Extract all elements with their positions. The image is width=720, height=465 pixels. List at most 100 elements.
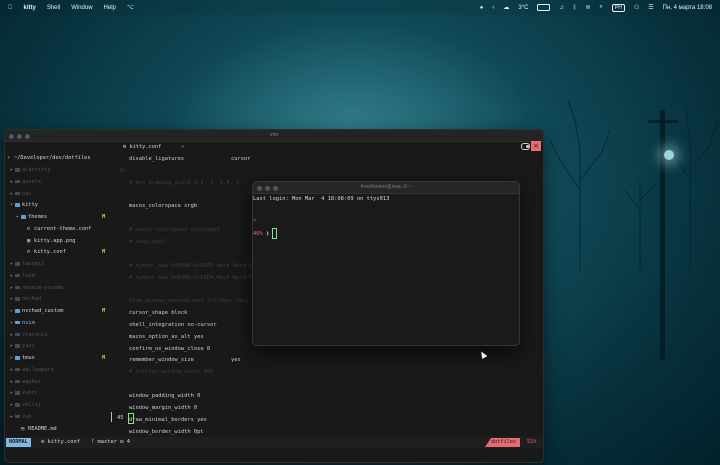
menubar-datetime[interactable]: Пн, 4 марта 18:08 xyxy=(663,5,712,11)
chevron-right-icon: ▸ xyxy=(10,178,14,185)
wifi-icon[interactable]: ≋ xyxy=(586,4,591,11)
tree-item-label: neovim-vscode xyxy=(22,284,64,291)
tree-item[interactable]: ▸ assets xyxy=(5,177,117,187)
code-line[interactable]: disable_ligatures xyxy=(129,153,184,165)
close-icon[interactable]: × xyxy=(531,141,541,151)
weather-temp[interactable]: 3°C xyxy=(518,5,528,11)
code-line[interactable]: draw_minimal_borders yes xyxy=(129,414,207,426)
terminal-cursor[interactable] xyxy=(272,228,277,239)
tab-close-icon[interactable]: × xyxy=(181,142,184,152)
tree-item[interactable]: ▸ alacritty xyxy=(5,165,117,175)
code-line[interactable]: shell_integration no-cursor xyxy=(129,319,217,331)
control-center-icon[interactable]: ☰ xyxy=(648,4,653,11)
statusline-percent: 51% xyxy=(527,439,537,445)
code-line[interactable]: cursor_shape block xyxy=(129,307,187,319)
folder-icon xyxy=(15,271,20,282)
tree-item-label: yazi xyxy=(22,343,35,350)
tree-item[interactable]: ▸ tmux M xyxy=(5,353,117,363)
code-line[interactable]: # symbol_map U+E0A0-U+E0A3 Hack Nerd Fon… xyxy=(129,260,262,272)
image-icon: ▣ xyxy=(27,237,31,244)
tree-item[interactable]: ▸ bat xyxy=(5,189,117,199)
kitty-window-title: freethinker@mac-2:~ xyxy=(360,183,412,190)
tree-item[interactable]: ▸ zshrc xyxy=(5,388,117,398)
tree-item-label: lsim xyxy=(22,272,35,279)
statusline: NORMAL ⚙ kitty.conf ᚠ master ⊡ 4 dotfile… xyxy=(5,437,543,448)
git-status-badge: M xyxy=(102,308,106,314)
tree-item-label: kitty xyxy=(22,202,38,209)
person-icon[interactable]: ⚇ xyxy=(634,4,639,11)
code-line[interactable]: # box_drawing_scale 0.1, 1, 1.5, 2 xyxy=(129,177,239,189)
tree-item[interactable]: ▸ yazi xyxy=(5,341,117,351)
apple-icon[interactable]:  xyxy=(8,5,13,11)
code-line[interactable]: # symbol_map U+E0B0-U+E0D4 Hack Nerd Fon… xyxy=(129,272,262,284)
input-language-badge[interactable]: PH xyxy=(611,3,625,12)
code-line[interactable]: window_border_width 0pt xyxy=(129,426,204,438)
tree-item[interactable]: ▸ waybar xyxy=(5,377,117,387)
chevron-right-icon: ▸ xyxy=(16,214,20,220)
chevron-right-icon: ▸ xyxy=(10,308,14,314)
menu-help[interactable]: Help xyxy=(104,5,116,11)
vim-titlebar[interactable]: vim xyxy=(5,130,543,142)
tree-item[interactable]: ▸ themes M xyxy=(5,212,117,222)
tree-item[interactable]: ▸ lsim xyxy=(5,271,117,281)
chevron-left-icon[interactable]: ‹ xyxy=(492,5,494,11)
chevron-right-icon: ▸ xyxy=(10,284,14,291)
code-line[interactable]: confirm_os_window_close 0 xyxy=(129,343,210,355)
weather-cloud-icon[interactable]: ☁ xyxy=(503,4,509,11)
folder-icon xyxy=(15,412,20,423)
tree-item[interactable]: ▾ kitty xyxy=(5,200,117,210)
mode-indicator: NORMAL xyxy=(6,438,31,447)
menu-shell[interactable]: Shell xyxy=(47,5,60,11)
code-line[interactable]: remember_window_size xyxy=(129,354,194,366)
menubar-app-name[interactable]: kitty xyxy=(24,5,36,11)
tree-item[interactable]: ▸ nvchad xyxy=(5,294,117,304)
changes-icon: ⊡ xyxy=(120,439,124,445)
battery-icon[interactable] xyxy=(537,4,551,11)
tree-item[interactable]: ▸ zellij xyxy=(5,400,117,410)
tree-item[interactable]: ▸ starship xyxy=(5,330,117,340)
folder-icon xyxy=(15,283,20,294)
code-line[interactable]: window_padding_width 0 xyxy=(129,390,200,402)
tree-item[interactable]: ▸ neovim-vscode xyxy=(5,283,117,293)
menubar-extra-icon[interactable]: ⌥ xyxy=(127,4,134,11)
tree-item-label: zshrc xyxy=(22,390,38,397)
toggle-icon[interactable] xyxy=(521,143,530,150)
code-line[interactable]: window_margin_width 0 xyxy=(129,402,197,414)
cwd-tilde: ~ xyxy=(253,218,257,224)
tree-item-label: README.md xyxy=(28,425,57,432)
tab-kitty-conf[interactable]: ⚙ kitty.conf xyxy=(123,142,161,152)
code-line-current[interactable]: hide_window_decorations titlebar-only xyxy=(129,295,249,307)
bluetooth-icon[interactable]: ᛒ xyxy=(573,5,577,11)
prompt-percent: 46% xyxy=(253,231,263,237)
tree-root[interactable]: ▾ ~/Developer/dev/dotfiles xyxy=(5,153,117,163)
chevron-right-icon: ▸ xyxy=(10,319,14,326)
tree-item[interactable]: ▸ zsh xyxy=(5,412,117,422)
tree-item-label: current-theme.conf xyxy=(34,225,92,232)
status-record-icon[interactable]: ● xyxy=(480,5,484,11)
tree-item[interactable]: ▣ kitty.app.png xyxy=(5,236,117,246)
tree-item-label: lazygit xyxy=(22,261,45,267)
tree-root-label: ~/Developer/dev/dotfiles xyxy=(14,155,91,161)
git-branch-icon: ᚠ xyxy=(91,439,95,445)
tree-item[interactable]: ▸ nvchad_custom M xyxy=(5,306,117,316)
code-line-value: yes xyxy=(231,357,241,364)
code-line[interactable]: # displayp3 xyxy=(129,236,165,248)
search-icon[interactable]: ⌕ xyxy=(600,4,603,11)
code-line[interactable]: # macos_colorspace displayp3 xyxy=(129,224,220,236)
tree-item[interactable]: ⚙ current-theme.conf xyxy=(5,224,117,234)
prompt-arrow: ❯ xyxy=(266,231,270,237)
code-line[interactable]: # initial_window_width 800 xyxy=(129,366,213,378)
tree-item[interactable]: ▸ lazygit xyxy=(5,259,117,269)
branch-name: master xyxy=(97,439,117,445)
kitty-terminal-window[interactable]: freethinker@mac-2:~ Last login: Mon Mar … xyxy=(252,181,520,346)
folder-icon xyxy=(15,294,20,305)
tree-item[interactable]: ▤ README.md xyxy=(5,424,117,434)
code-line[interactable]: macos_option_as_alt yes xyxy=(129,331,204,343)
tree-item[interactable]: ▸ nvim xyxy=(5,318,117,328)
tree-item[interactable]: ⚙ kitty.conf M xyxy=(5,247,117,257)
tree-item-label: themes xyxy=(28,214,48,220)
tree-item[interactable]: ▸ wallpapers xyxy=(5,365,117,375)
headphones-icon[interactable]: ♫ xyxy=(559,5,564,11)
code-line[interactable]: macos_colorspace srgb xyxy=(129,200,197,212)
menu-window[interactable]: Window xyxy=(71,5,92,11)
